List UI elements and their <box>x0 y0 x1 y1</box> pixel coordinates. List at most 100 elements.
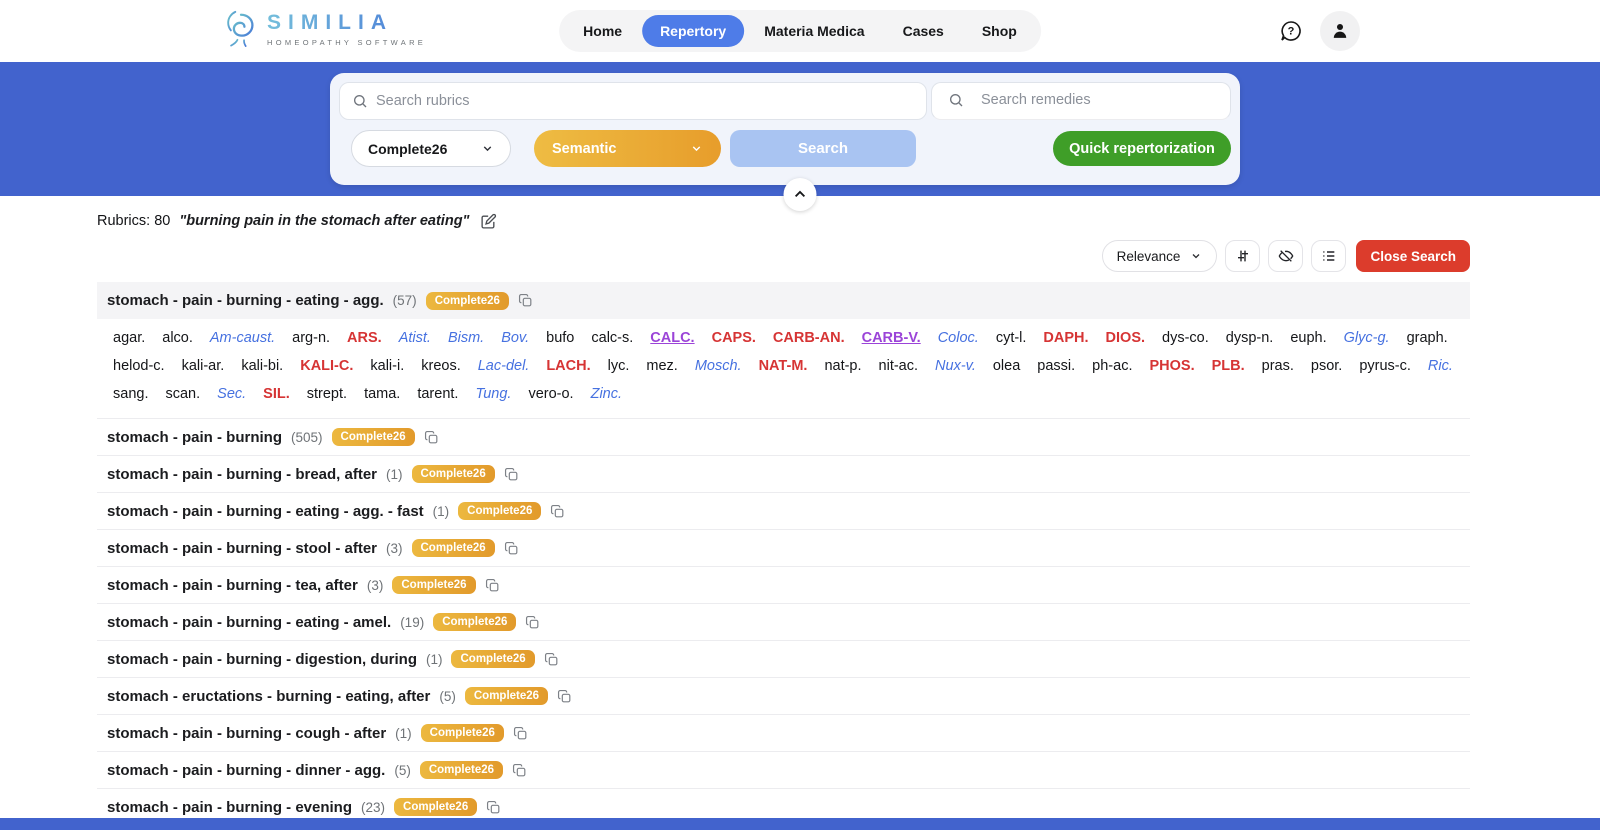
remedy-abbrev[interactable]: NAT-M. <box>759 356 808 377</box>
remedy-abbrev[interactable]: CAPS. <box>712 328 756 349</box>
copy-rubric-button[interactable] <box>504 541 519 556</box>
filter-sliders-button[interactable] <box>1225 240 1261 272</box>
remedy-abbrev[interactable]: PLB. <box>1212 356 1245 377</box>
rubric-row[interactable]: stomach - pain - burning - digestion, du… <box>97 641 1470 678</box>
remedy-abbrev[interactable]: helod-c. <box>113 356 165 377</box>
rubric-row[interactable]: stomach - pain - burning - stool - after… <box>97 530 1470 567</box>
rubric-row[interactable]: stomach - pain - burning - eating - agg.… <box>97 282 1470 319</box>
rubric-row[interactable]: stomach - pain - burning - eating - agg.… <box>97 493 1470 530</box>
remedy-abbrev[interactable]: passi. <box>1037 356 1075 377</box>
remedy-abbrev[interactable]: pyrus-c. <box>1359 356 1411 377</box>
remedy-abbrev[interactable]: strept. <box>307 384 347 405</box>
remedy-abbrev[interactable]: Mosch. <box>695 356 742 377</box>
search-remedies-input[interactable] <box>981 92 1220 108</box>
remedy-abbrev[interactable]: Ric. <box>1428 356 1453 377</box>
copy-rubric-button[interactable] <box>513 726 528 741</box>
copy-rubric-button[interactable] <box>557 689 572 704</box>
remedy-abbrev[interactable]: LACH. <box>546 356 590 377</box>
remedy-abbrev[interactable]: euph. <box>1290 328 1326 349</box>
remedy-abbrev[interactable]: SIL. <box>263 384 290 405</box>
remedy-abbrev[interactable]: olea <box>993 356 1020 377</box>
remedy-abbrev[interactable]: mez. <box>646 356 677 377</box>
nav-item-cases[interactable]: Cases <box>885 15 962 47</box>
remedy-abbrev[interactable]: kali-i. <box>370 356 404 377</box>
sort-dropdown[interactable]: Relevance <box>1101 240 1218 272</box>
remedy-abbrev[interactable]: tarent. <box>417 384 458 405</box>
list-view-button[interactable] <box>1311 240 1347 272</box>
search-mode-dropdown[interactable]: Semantic <box>534 130 721 167</box>
rubric-row[interactable]: stomach - eructations - burning - eating… <box>97 678 1470 715</box>
remedy-abbrev[interactable]: tama. <box>364 384 400 405</box>
edit-query-button[interactable] <box>478 211 498 231</box>
remedy-abbrev[interactable]: vero-o. <box>528 384 573 405</box>
copy-rubric-button[interactable] <box>550 504 565 519</box>
remedy-abbrev[interactable]: dys-co. <box>1162 328 1209 349</box>
remedy-abbrev[interactable]: graph. <box>1407 328 1448 349</box>
copy-rubric-button[interactable] <box>544 652 559 667</box>
copy-rubric-button[interactable] <box>512 763 527 778</box>
rubric-row[interactable]: stomach - pain - burning - eating - amel… <box>97 604 1470 641</box>
remedy-abbrev[interactable]: pras. <box>1262 356 1294 377</box>
search-remedies-field[interactable] <box>931 82 1231 120</box>
rubric-row[interactable]: stomach - pain - burning - dinner - agg.… <box>97 752 1470 789</box>
nav-item-materia-medica[interactable]: Materia Medica <box>746 15 882 47</box>
remedy-abbrev[interactable]: ph-ac. <box>1092 356 1132 377</box>
remedy-abbrev[interactable]: lyc. <box>608 356 630 377</box>
rubric-row[interactable]: stomach - pain - burning - cough - after… <box>97 715 1470 752</box>
remedy-abbrev[interactable]: Zinc. <box>591 384 622 405</box>
remedy-abbrev[interactable]: Am-caust. <box>210 328 275 349</box>
remedy-abbrev[interactable]: psor. <box>1311 356 1342 377</box>
app-logo[interactable]: SIMILIA HOMEOPATHY SOFTWARE <box>222 8 426 50</box>
search-rubrics-field[interactable] <box>339 82 927 120</box>
remedy-abbrev[interactable]: sang. <box>113 384 148 405</box>
remedy-abbrev[interactable]: Glyc-g. <box>1344 328 1390 349</box>
remedy-abbrev[interactable]: Coloc. <box>938 328 979 349</box>
remedy-abbrev[interactable]: Sec. <box>217 384 246 405</box>
remedy-abbrev[interactable]: Bov. <box>501 328 529 349</box>
copy-rubric-button[interactable] <box>504 467 519 482</box>
remedy-abbrev[interactable]: Nux-v. <box>935 356 976 377</box>
remedy-abbrev[interactable]: bufo <box>546 328 574 349</box>
remedy-abbrev[interactable]: PHOS. <box>1149 356 1194 377</box>
remedy-abbrev[interactable]: kali-ar. <box>182 356 225 377</box>
user-avatar-button[interactable] <box>1320 11 1360 51</box>
hide-remedies-button[interactable] <box>1268 240 1304 272</box>
repertory-dropdown[interactable]: Complete26 <box>351 130 511 167</box>
copy-rubric-button[interactable] <box>485 578 500 593</box>
copy-rubric-button[interactable] <box>518 293 533 308</box>
remedy-abbrev[interactable]: alco. <box>162 328 193 349</box>
nav-item-repertory[interactable]: Repertory <box>642 15 745 47</box>
rubric-row[interactable]: stomach - pain - burning (505) Complete26 <box>97 419 1470 456</box>
remedy-abbrev[interactable]: DIOS. <box>1106 328 1145 349</box>
remedy-abbrev[interactable]: nit-ac. <box>879 356 919 377</box>
remedy-abbrev[interactable]: CARB-AN. <box>773 328 845 349</box>
nav-item-shop[interactable]: Shop <box>964 15 1035 47</box>
remedy-abbrev[interactable]: cyt-l. <box>996 328 1027 349</box>
copy-rubric-button[interactable] <box>486 800 501 815</box>
quick-repertorization-button[interactable]: Quick repertorization <box>1053 131 1231 166</box>
rubric-row[interactable]: stomach - pain - burning - tea, after (3)… <box>97 567 1470 604</box>
remedy-abbrev[interactable]: kali-bi. <box>241 356 283 377</box>
remedy-abbrev[interactable]: CARB-V. <box>862 328 921 349</box>
copy-rubric-button[interactable] <box>525 615 540 630</box>
remedy-abbrev[interactable]: Bism. <box>448 328 484 349</box>
remedy-abbrev[interactable]: arg-n. <box>292 328 330 349</box>
close-search-button[interactable]: Close Search <box>1356 240 1470 272</box>
search-button[interactable]: Search <box>730 130 916 167</box>
remedy-abbrev[interactable]: nat-p. <box>824 356 861 377</box>
remedy-abbrev[interactable]: DAPH. <box>1043 328 1088 349</box>
rubric-row[interactable]: stomach - pain - burning - bread, after (… <box>97 456 1470 493</box>
remedy-abbrev[interactable]: calc-s. <box>591 328 633 349</box>
remedy-abbrev[interactable]: Tung. <box>475 384 511 405</box>
help-button[interactable]: ? <box>1278 18 1304 44</box>
nav-item-home[interactable]: Home <box>565 15 640 47</box>
remedy-abbrev[interactable]: CALC. <box>650 328 694 349</box>
copy-rubric-button[interactable] <box>424 430 439 445</box>
remedy-abbrev[interactable]: Lac-del. <box>478 356 530 377</box>
remedy-abbrev[interactable]: KALI-C. <box>300 356 353 377</box>
remedy-abbrev[interactable]: kreos. <box>421 356 461 377</box>
remedy-abbrev[interactable]: agar. <box>113 328 145 349</box>
remedy-abbrev[interactable]: dysp-n. <box>1226 328 1274 349</box>
remedy-abbrev[interactable]: Atist. <box>399 328 431 349</box>
remedy-abbrev[interactable]: ARS. <box>347 328 382 349</box>
